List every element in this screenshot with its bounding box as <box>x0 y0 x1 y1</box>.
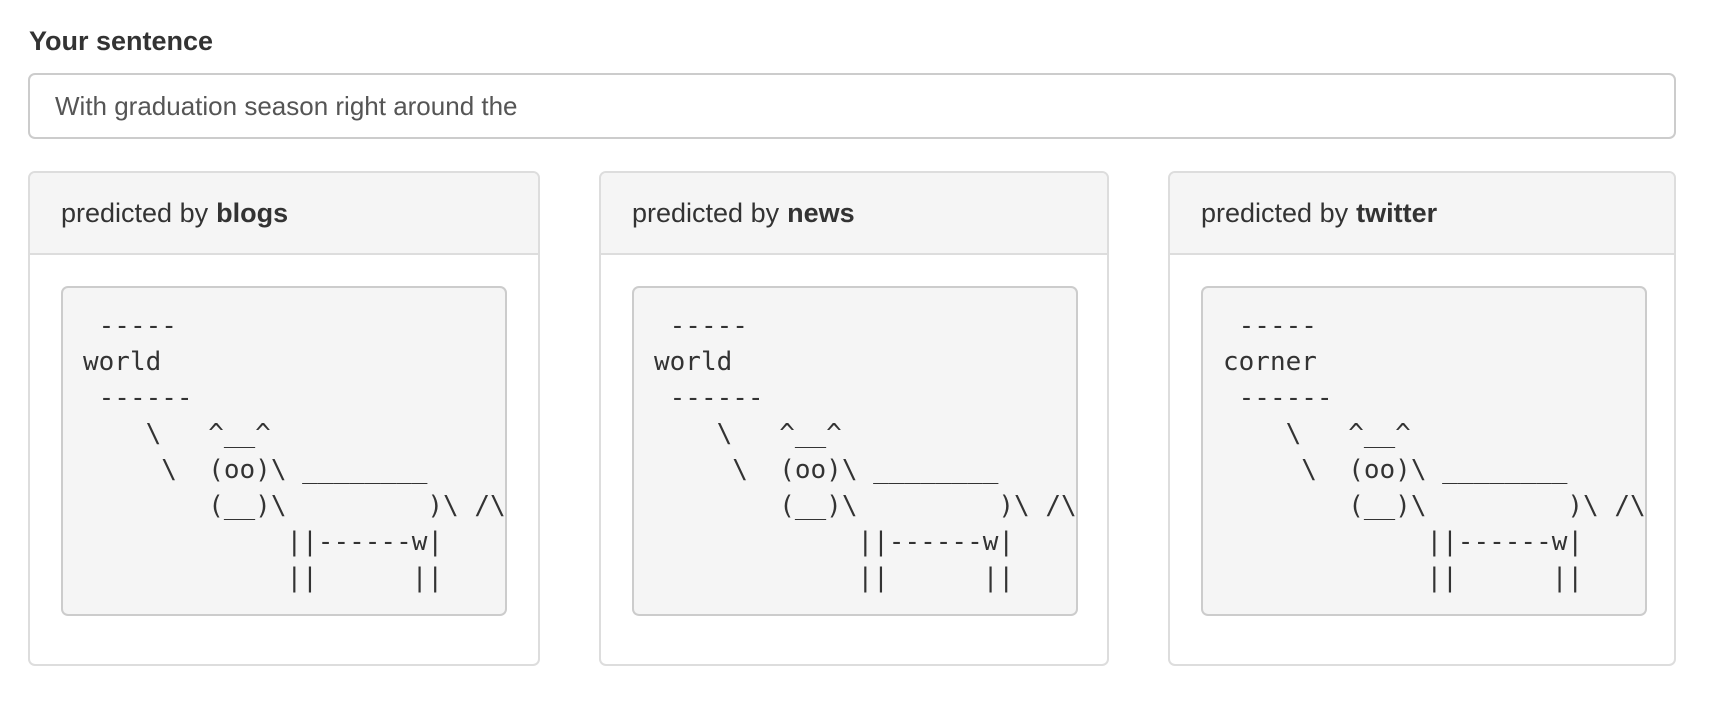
panel-body: ----- corner ------ \ ^__^ \ (oo)\ _____… <box>1170 255 1674 616</box>
panel-blogs: predicted by blogs ----- world ------ \ … <box>28 171 540 666</box>
sentence-label: Your sentence <box>29 26 214 56</box>
panel-body: ----- world ------ \ ^__^ \ (oo)\ ______… <box>30 255 538 616</box>
prediction-output-box: ----- world ------ \ ^__^ \ (oo)\ ______… <box>632 286 1078 616</box>
panel-heading: predicted by blogs <box>30 173 538 255</box>
panel-heading-source: blogs <box>216 197 289 228</box>
panel-heading-prefix: predicted by <box>632 197 780 228</box>
panel-heading: predicted by twitter <box>1170 173 1674 255</box>
panel-heading: predicted by news <box>601 173 1107 255</box>
prediction-output: ----- world ------ \ ^__^ \ (oo)\ ______… <box>83 311 506 593</box>
panel-news: predicted by news ----- world ------ \ ^… <box>599 171 1109 666</box>
panel-twitter: predicted by twitter ----- corner ------… <box>1168 171 1676 666</box>
prediction-output-box: ----- world ------ \ ^__^ \ (oo)\ ______… <box>61 286 507 616</box>
prediction-output-box: ----- corner ------ \ ^__^ \ (oo)\ _____… <box>1201 286 1647 616</box>
panel-body: ----- world ------ \ ^__^ \ (oo)\ ______… <box>601 255 1107 616</box>
panel-heading-prefix: predicted by <box>1201 197 1349 228</box>
sentence-input[interactable] <box>28 73 1676 139</box>
panel-heading-prefix: predicted by <box>61 197 209 228</box>
panel-heading-source: news <box>787 197 855 228</box>
prediction-output: ----- world ------ \ ^__^ \ (oo)\ ______… <box>654 311 1077 593</box>
prediction-output: ----- corner ------ \ ^__^ \ (oo)\ _____… <box>1223 311 1646 593</box>
panel-heading-source: twitter <box>1356 197 1438 228</box>
